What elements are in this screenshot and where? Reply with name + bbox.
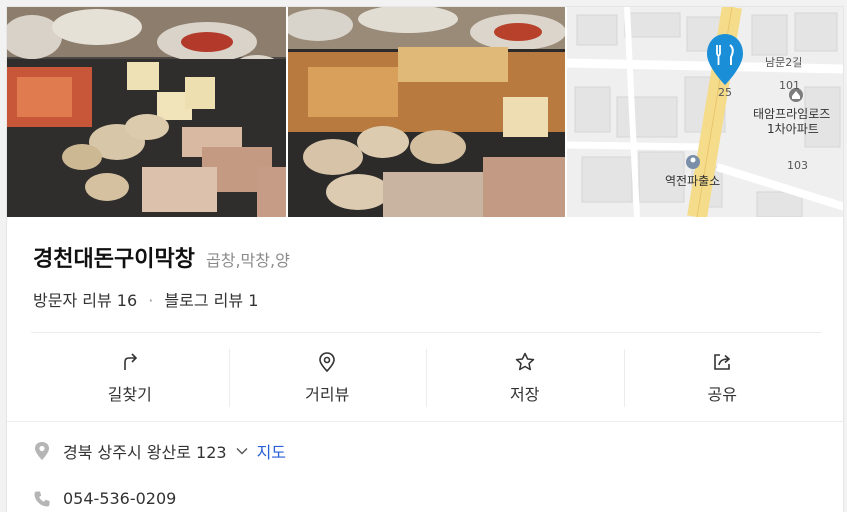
map-apartment-label: 태암프라임로즈 1차아파트 [753, 107, 831, 136]
separator: · [148, 291, 154, 310]
photo-strip: 남문2길 101 25 태암프라임로즈 1차아파트 103 역전파출소 [7, 7, 843, 217]
map-number-label: 25 [718, 86, 732, 99]
save-button[interactable]: 저장 [426, 345, 624, 411]
share-icon [714, 354, 731, 370]
place-card: 남문2길 101 25 태암프라임로즈 1차아파트 103 역전파출소 경천대돈… [6, 6, 844, 512]
map-street-label: 남문2길 [765, 56, 803, 69]
divider [7, 421, 843, 422]
map-number-label: 103 [787, 159, 808, 172]
blog-review-count[interactable]: 블로그 리뷰 1 [164, 291, 258, 310]
street-view-label: 거리뷰 [305, 385, 350, 404]
save-label: 저장 [510, 385, 540, 404]
map-link[interactable]: 지도 [257, 439, 286, 463]
directions-button[interactable]: 길찾기 [31, 345, 229, 411]
location-pin-icon [35, 442, 49, 460]
street-view-button[interactable]: 거리뷰 [228, 345, 427, 411]
divider [31, 332, 821, 333]
place-category: 곱창,막창,양 [206, 251, 290, 270]
directions-label: 길찾기 [107, 385, 152, 404]
location-pin-icon [319, 352, 336, 373]
visitor-review-count[interactable]: 방문자 리뷰 16 [33, 291, 137, 310]
star-icon [515, 352, 534, 371]
chevron-down-icon[interactable] [235, 444, 249, 458]
address-text: 경북 상주시 왕산로 123 [63, 443, 227, 462]
share-label: 공유 [707, 385, 737, 404]
title-row: 경천대돈구이막창 곱창,막창,양 [33, 241, 290, 273]
food-photo-1[interactable] [7, 7, 286, 217]
directions-icon [123, 353, 137, 370]
food-photo-2[interactable] [288, 7, 565, 217]
phone-row: 054-536-0209 [33, 489, 176, 508]
action-bar: 길찾기 거리뷰 저장 공유 [31, 345, 821, 411]
share-button[interactable]: 공유 [623, 345, 822, 411]
address-row: 경북 상주시 왕산로 123 지도 [33, 439, 286, 463]
phone-number[interactable]: 054-536-0209 [63, 489, 176, 508]
map-number-label: 101 [779, 79, 800, 92]
map-police-label: 역전파출소 [665, 174, 721, 188]
place-name[interactable]: 경천대돈구이막창 [33, 247, 195, 272]
location-map[interactable]: 남문2길 101 25 태암프라임로즈 1차아파트 103 역전파출소 [567, 7, 843, 217]
review-counts: 방문자 리뷰 16 · 블로그 리뷰 1 [33, 287, 258, 311]
phone-icon [34, 491, 50, 506]
